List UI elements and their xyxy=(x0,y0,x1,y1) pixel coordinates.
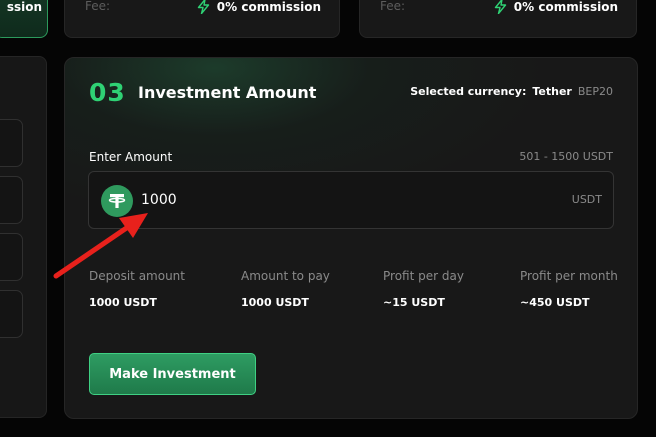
amount-unit: USDT xyxy=(571,193,602,206)
commission-value: 0% commission xyxy=(216,0,321,14)
section-title: Investment Amount xyxy=(138,83,317,102)
stat-value: 1000 USDT xyxy=(241,296,309,309)
fee-label: Fee: xyxy=(85,0,111,13)
payment-option-card[interactable]: Fee: 0% commission xyxy=(64,0,340,38)
stat-label: Deposit amount xyxy=(89,269,185,283)
amount-field[interactable]: USDT xyxy=(88,171,614,229)
stat-profit-per-month: Profit per month ~450 USDT xyxy=(520,269,618,309)
stat-profit-per-day: Profit per day ~15 USDT xyxy=(383,269,464,309)
currency-label: Selected currency: xyxy=(410,85,527,98)
selected-currency: Selected currency: Tether BEP20 xyxy=(410,85,613,98)
bolt-icon xyxy=(494,0,506,14)
stat-value: ~450 USDT xyxy=(520,296,590,309)
make-investment-button[interactable]: Make Investment xyxy=(89,353,256,395)
commission-text: 0% commission xyxy=(494,0,618,14)
payment-option-card[interactable]: Fee: 0% commission xyxy=(359,0,637,38)
stat-value: 1000 USDT xyxy=(89,296,157,309)
side-option[interactable] xyxy=(0,290,23,338)
bolt-icon xyxy=(197,0,209,14)
tether-icon xyxy=(101,185,133,217)
side-panel xyxy=(0,56,47,418)
stat-deposit-amount: Deposit amount 1000 USDT xyxy=(89,269,185,309)
step-number: 03 xyxy=(89,78,126,107)
selected-option-card[interactable]: ssion xyxy=(0,0,48,38)
enter-amount-label: Enter Amount xyxy=(89,150,173,164)
stat-label: Profit per month xyxy=(520,269,618,283)
amount-input[interactable] xyxy=(141,192,441,208)
stat-label: Profit per day xyxy=(383,269,464,283)
currency-network: BEP20 xyxy=(577,85,613,98)
screen: ssion Fee: 0% commission Fee: 0% commiss… xyxy=(0,0,656,437)
stat-label: Amount to pay xyxy=(241,269,330,283)
option-label: ssion xyxy=(6,0,42,14)
side-option[interactable] xyxy=(0,233,23,281)
commission-text: 0% commission xyxy=(197,0,321,14)
investment-amount-panel: 03 Investment Amount Selected currency: … xyxy=(64,57,638,419)
currency-name: Tether xyxy=(532,85,572,98)
amount-range: 501 - 1500 USDT xyxy=(519,150,613,163)
side-option[interactable] xyxy=(0,119,23,167)
commission-value: 0% commission xyxy=(513,0,618,14)
fee-label: Fee: xyxy=(380,0,406,13)
side-option[interactable] xyxy=(0,176,23,224)
stat-amount-to-pay: Amount to pay 1000 USDT xyxy=(241,269,330,309)
stat-value: ~15 USDT xyxy=(383,296,445,309)
